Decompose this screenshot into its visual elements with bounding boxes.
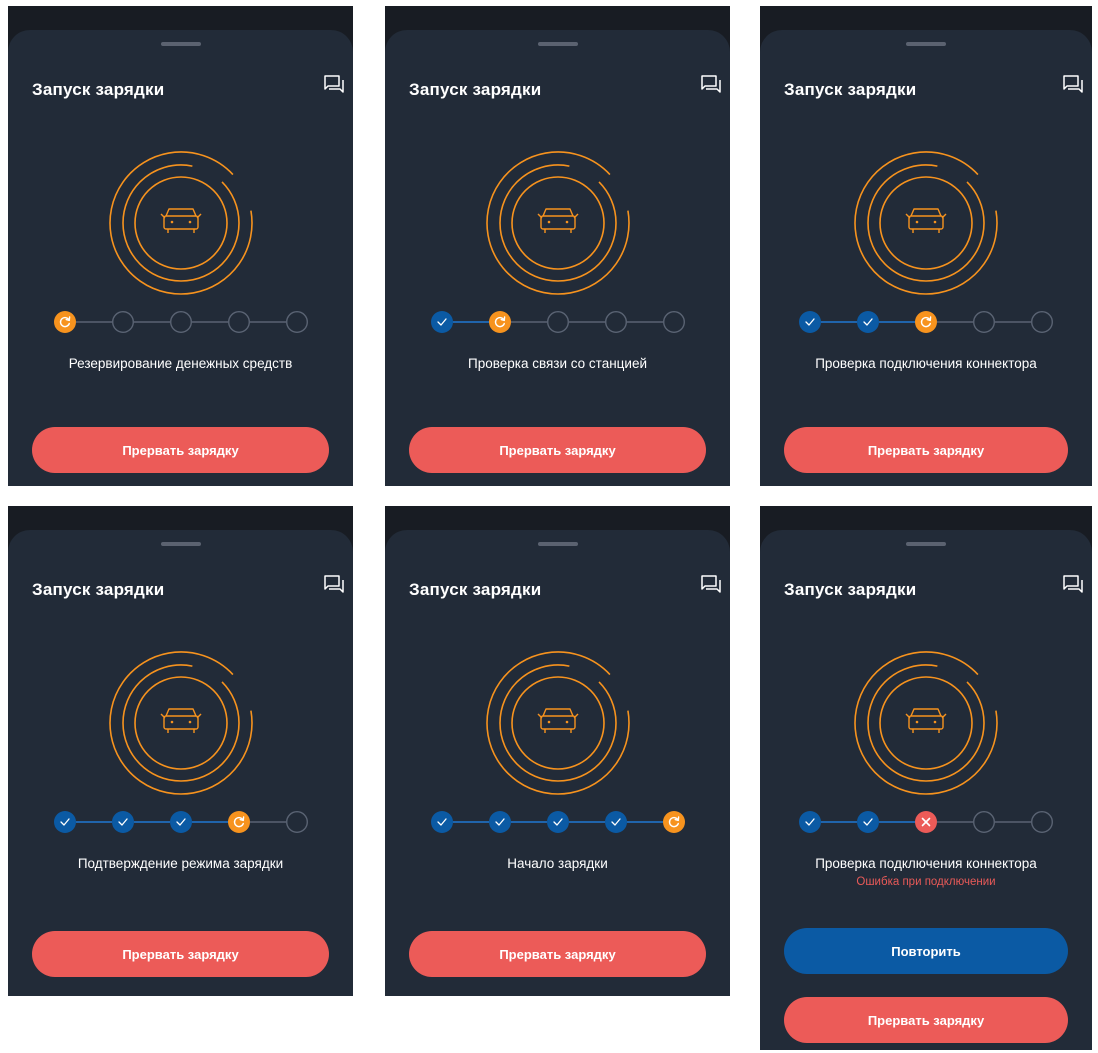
car-icon <box>160 208 201 233</box>
step-label: Проверка подключения коннектора <box>815 856 1037 871</box>
step-pending <box>1030 310 1053 334</box>
screen-station-check: Запуск зарядки Проверка связи со станцие… <box>385 6 730 486</box>
screen-reserve-funds: Запуск зарядки Резервирование денежных с… <box>8 6 353 486</box>
bottom-sheet: Запуск зарядки Проверка подключения конн… <box>760 530 1092 1050</box>
sheet-title: Запуск зарядки <box>409 580 542 599</box>
step-pending <box>111 310 134 334</box>
step-done <box>857 811 879 833</box>
step-done <box>799 311 821 333</box>
step-active <box>227 811 250 833</box>
progress-stepper <box>430 811 685 833</box>
chat-bubbles-icon[interactable] <box>323 574 345 594</box>
sheet-title: Запуск зарядки <box>784 80 917 99</box>
sheet-title: Запуск зарядки <box>32 580 165 599</box>
charging-rings <box>485 651 630 795</box>
step-pending <box>285 310 308 334</box>
bottom-sheet: Запуск зарядки Начало зарядки Прервать з… <box>385 530 730 996</box>
step-pending <box>227 310 250 334</box>
step-label: Резервирование денежных средств <box>68 356 293 371</box>
retry-button[interactable]: Повторить <box>784 928 1068 974</box>
step-done <box>488 811 511 833</box>
progress-stepper <box>53 810 308 834</box>
progress-stepper <box>799 310 1053 334</box>
bottom-sheet: Запуск зарядки Проверка связи со станцие… <box>385 30 730 486</box>
car-icon <box>905 208 947 233</box>
charging-rings <box>108 651 253 795</box>
charging-rings <box>108 151 253 295</box>
step-active <box>53 311 76 333</box>
abort-charging-button[interactable]: Прервать зарядку <box>32 427 329 473</box>
chat-bubbles-icon[interactable] <box>700 74 722 94</box>
screen-mode-confirm: Запуск зарядки Подтверждение режима заря… <box>8 506 353 996</box>
step-error <box>915 811 937 833</box>
sheet-title: Запуск зарядки <box>32 80 165 99</box>
step-label: Начало зарядки <box>507 856 608 871</box>
step-done <box>546 811 569 833</box>
step-done <box>799 811 821 833</box>
step-done <box>169 811 192 833</box>
step-label: Проверка подключения коннектора <box>815 356 1037 371</box>
step-pending <box>604 310 627 334</box>
screen-connector-check: Запуск зарядки Проверка подключения конн… <box>760 6 1092 486</box>
sheet-grabber[interactable] <box>537 542 578 546</box>
screen-connector-error: Запуск зарядки Проверка подключения конн… <box>760 506 1092 1050</box>
progress-stepper <box>430 310 685 334</box>
car-icon <box>905 708 947 733</box>
step-active <box>488 311 511 333</box>
step-pending <box>662 310 685 334</box>
bottom-sheet: Запуск зарядки Проверка подключения конн… <box>760 30 1092 486</box>
sheet-grabber[interactable] <box>160 42 201 46</box>
sheet-title: Запуск зарядки <box>409 80 542 99</box>
abort-charging-button[interactable]: Прервать зарядку <box>409 931 706 977</box>
bottom-sheet: Запуск зарядки Резервирование денежных с… <box>8 30 353 486</box>
charging-rings <box>854 651 998 795</box>
car-icon <box>537 208 578 233</box>
sheet-grabber[interactable] <box>160 542 201 546</box>
abort-charging-button[interactable]: Прервать зарядку <box>784 997 1068 1043</box>
car-icon <box>537 708 578 733</box>
abort-charging-button[interactable]: Прервать зарядку <box>784 427 1068 473</box>
bottom-sheet: Запуск зарядки Подтверждение режима заря… <box>8 530 353 996</box>
step-label: Проверка связи со станцией <box>467 356 647 371</box>
abort-charging-button[interactable]: Прервать зарядку <box>32 931 329 977</box>
step-pending <box>972 310 995 334</box>
sheet-title: Запуск зарядки <box>784 580 917 599</box>
car-icon <box>160 708 201 733</box>
step-done <box>604 811 627 833</box>
error-message: Ошибка при подключении <box>856 876 996 888</box>
sheet-grabber[interactable] <box>906 542 946 546</box>
chat-bubbles-icon[interactable] <box>1062 574 1084 594</box>
charging-rings <box>485 151 630 295</box>
step-done <box>430 311 453 333</box>
progress-stepper <box>53 310 308 334</box>
step-pending <box>1030 810 1053 834</box>
step-done <box>53 811 76 833</box>
sheet-grabber[interactable] <box>906 42 946 46</box>
chat-bubbles-icon[interactable] <box>1062 74 1084 94</box>
step-active <box>662 811 685 833</box>
step-pending <box>546 310 569 334</box>
chat-bubbles-icon[interactable] <box>700 574 722 594</box>
step-pending <box>169 310 192 334</box>
step-done <box>857 311 879 333</box>
charging-rings <box>854 151 998 295</box>
step-done <box>430 811 453 833</box>
step-done <box>111 811 134 833</box>
step-pending <box>972 810 995 834</box>
screen-charging-start: Запуск зарядки Начало зарядки Прервать з… <box>385 506 730 996</box>
step-active <box>915 311 937 333</box>
chat-bubbles-icon[interactable] <box>323 74 345 94</box>
step-pending <box>285 810 308 834</box>
progress-stepper <box>799 810 1053 834</box>
step-label: Подтверждение режима зарядки <box>77 856 284 871</box>
abort-charging-button[interactable]: Прервать зарядку <box>409 427 706 473</box>
sheet-grabber[interactable] <box>537 42 578 46</box>
